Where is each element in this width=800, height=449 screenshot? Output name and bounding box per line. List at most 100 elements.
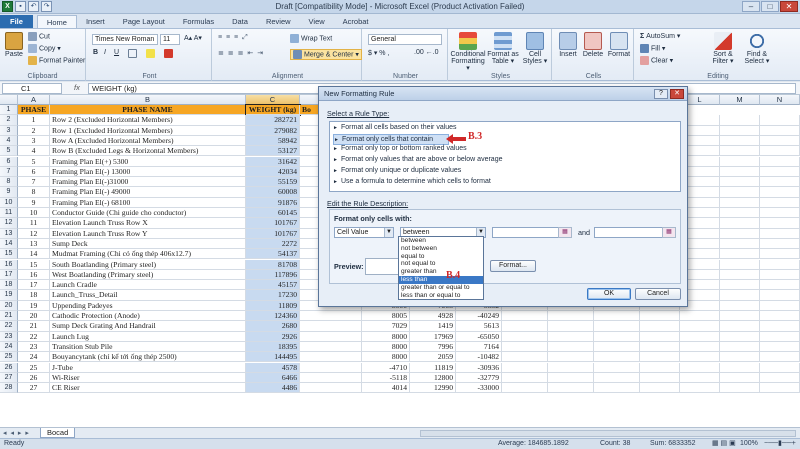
fx-icon[interactable]: fx xyxy=(74,83,80,92)
d-cell[interactable] xyxy=(300,311,362,322)
font-color-icon[interactable] xyxy=(164,49,173,58)
weight-cell[interactable]: 54137 xyxy=(246,249,300,260)
phase-cell[interactable]: 23 xyxy=(18,341,50,353)
copy-button[interactable]: Copy ▾ xyxy=(28,44,61,53)
g-cell[interactable]: -33000 xyxy=(456,383,502,394)
e-cell[interactable]: 7029 xyxy=(362,321,410,332)
weight-cell[interactable]: 4578 xyxy=(246,362,300,373)
close-button[interactable]: ✕ xyxy=(780,1,798,12)
phase-name-cell[interactable]: Launch Lug xyxy=(50,331,246,342)
phase-name-cell[interactable]: Launch Cradle xyxy=(50,280,246,291)
row-number[interactable]: 1 xyxy=(0,105,18,116)
m-cell[interactable] xyxy=(720,249,760,260)
k-cell[interactable] xyxy=(640,331,680,342)
horizontal-align-icons[interactable]: ≣ ≣ ≣ ⇤ ⇥ xyxy=(218,49,264,57)
weight-cell[interactable]: 101767 xyxy=(246,228,300,239)
m-cell[interactable] xyxy=(720,218,760,229)
row-number[interactable]: 22 xyxy=(0,321,18,332)
weight-cell[interactable]: 55159 xyxy=(246,177,300,188)
e-cell[interactable]: 4014 xyxy=(362,383,410,394)
rule-type-item-selected[interactable]: Format only cells that contain xyxy=(333,134,449,145)
phase-cell[interactable]: 27 xyxy=(18,383,50,394)
conditional-formatting-button[interactable]: Conditional Formatting ▾ xyxy=(450,32,486,72)
k-cell[interactable] xyxy=(640,352,680,363)
phase-cell[interactable]: 10 xyxy=(18,208,50,219)
rule-type-list[interactable]: Format all cells based on their values F… xyxy=(329,121,681,192)
weight-cell[interactable]: 282721 xyxy=(246,115,300,126)
phase-name-cell[interactable]: CE Riser xyxy=(50,383,246,394)
maximize-button[interactable]: □ xyxy=(761,1,779,12)
n-cell[interactable] xyxy=(760,166,800,178)
phase-name-cell[interactable]: Row B (Excluded Legs & Horizontal Member… xyxy=(50,146,246,157)
header-phase-name[interactable]: PHASE NAME xyxy=(50,105,246,116)
m-cell[interactable] xyxy=(720,146,760,157)
n-cell[interactable] xyxy=(760,321,800,332)
g-cell[interactable]: -32779 xyxy=(456,372,502,384)
phase-cell[interactable]: 9 xyxy=(18,197,50,208)
column-header-m[interactable]: M xyxy=(720,95,760,105)
l-cell[interactable] xyxy=(680,372,720,384)
k-cell[interactable] xyxy=(640,341,680,353)
k-cell[interactable] xyxy=(640,362,680,373)
d-cell[interactable] xyxy=(300,352,362,363)
operator-option[interactable]: not equal to xyxy=(399,260,483,268)
weight-cell[interactable]: 2272 xyxy=(246,238,300,250)
d-cell[interactable] xyxy=(300,362,362,373)
l-cell[interactable] xyxy=(680,383,720,394)
f-cell[interactable]: 7996 xyxy=(410,341,456,353)
weight-cell[interactable]: 58942 xyxy=(246,135,300,147)
row-number[interactable]: 28 xyxy=(0,383,18,394)
phase-cell[interactable]: 19 xyxy=(18,300,50,311)
n-cell[interactable] xyxy=(760,146,800,157)
phase-name-cell[interactable]: Conductor Guide (Chi guide cho conductor… xyxy=(50,208,246,219)
bold-button[interactable]: B xyxy=(93,49,98,56)
n-cell[interactable] xyxy=(760,372,800,384)
n-cell[interactable] xyxy=(760,156,800,167)
phase-cell[interactable]: 8 xyxy=(18,187,50,198)
row-number[interactable]: 3 xyxy=(0,125,18,136)
phase-cell[interactable]: 6 xyxy=(18,166,50,178)
delete-cells-button[interactable]: Delete xyxy=(581,32,605,58)
range-picker-icon[interactable]: ▦ xyxy=(558,227,572,238)
phase-cell[interactable]: 7 xyxy=(18,177,50,188)
tab-review[interactable]: Review xyxy=(257,15,300,28)
row-number[interactable]: 14 xyxy=(0,238,18,250)
e-cell[interactable]: 8000 xyxy=(362,331,410,342)
l-cell[interactable] xyxy=(680,341,720,353)
row-number[interactable]: 19 xyxy=(0,290,18,301)
help-button[interactable]: ? xyxy=(654,89,668,99)
m-cell[interactable] xyxy=(720,331,760,342)
clear-button[interactable]: Clear ▾ xyxy=(640,56,673,65)
cut-button[interactable]: Cut xyxy=(28,32,50,41)
weight-cell[interactable]: 144495 xyxy=(246,352,300,363)
g-cell[interactable]: 5613 xyxy=(456,321,502,332)
row-number[interactable]: 17 xyxy=(0,269,18,281)
e-cell[interactable]: 8005 xyxy=(362,311,410,322)
row-number[interactable]: 16 xyxy=(0,259,18,270)
i-cell[interactable] xyxy=(548,331,594,342)
phase-cell[interactable]: 5 xyxy=(18,156,50,167)
n-cell[interactable] xyxy=(760,383,800,394)
row-number[interactable]: 10 xyxy=(0,197,18,208)
header-phase[interactable]: PHASE xyxy=(18,105,50,116)
j-cell[interactable] xyxy=(594,352,640,363)
row-number[interactable]: 26 xyxy=(0,362,18,373)
weight-cell[interactable]: 17230 xyxy=(246,290,300,301)
n-cell[interactable] xyxy=(760,280,800,291)
row-number[interactable]: 18 xyxy=(0,280,18,291)
m-cell[interactable] xyxy=(720,197,760,208)
h-cell[interactable] xyxy=(502,352,548,363)
j-cell[interactable] xyxy=(594,321,640,332)
h-cell[interactable] xyxy=(502,321,548,332)
row-number[interactable]: 7 xyxy=(0,166,18,178)
weight-cell[interactable]: 117896 xyxy=(246,269,300,281)
insert-cells-button[interactable]: Insert xyxy=(556,32,580,58)
row-number[interactable]: 15 xyxy=(0,249,18,260)
phase-name-cell[interactable]: Transition Stub Pile xyxy=(50,341,246,353)
phase-name-cell[interactable]: West Boatlanding (Primary steel) xyxy=(50,269,246,281)
l-cell[interactable] xyxy=(680,352,720,363)
row-number[interactable]: 8 xyxy=(0,177,18,188)
fill-color-icon[interactable] xyxy=(146,49,155,58)
m-cell[interactable] xyxy=(720,166,760,178)
f-cell[interactable]: 4928 xyxy=(410,311,456,322)
